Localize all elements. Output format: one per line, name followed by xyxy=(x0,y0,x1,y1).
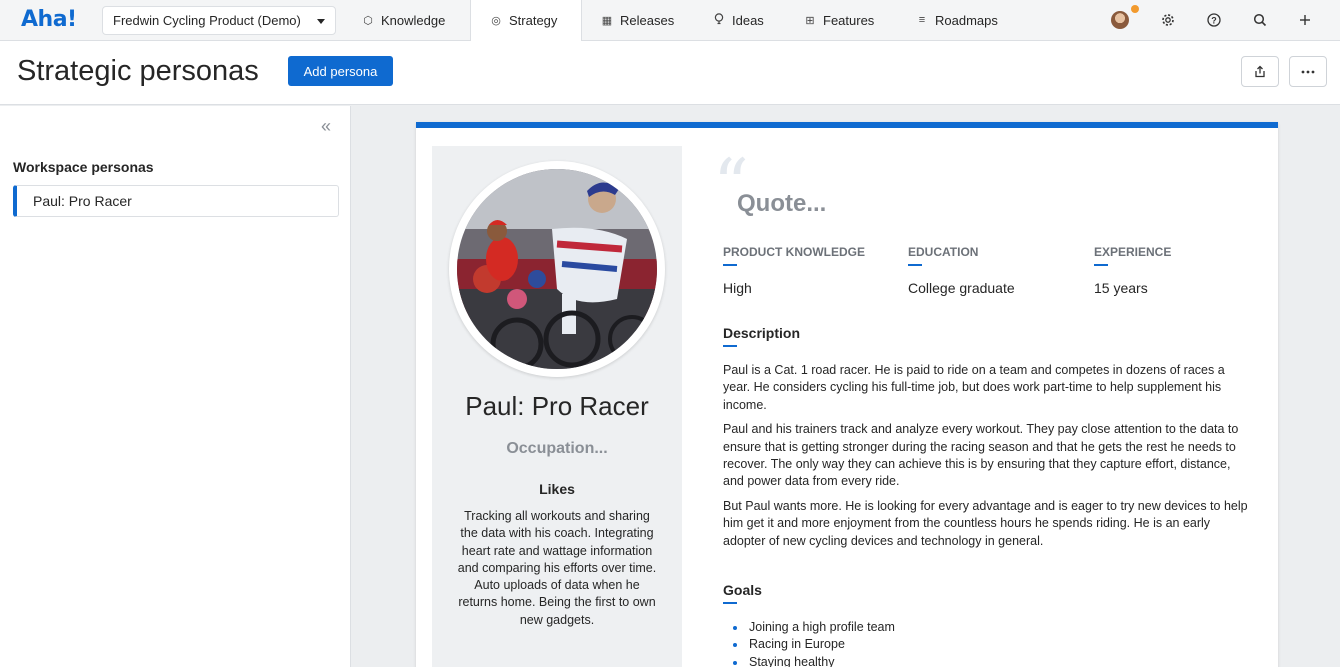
accent-bar xyxy=(908,264,922,266)
likes-heading: Likes xyxy=(539,481,575,497)
sidebar-item-paul-pro-racer[interactable]: Paul: Pro Racer xyxy=(13,185,339,217)
likes-text[interactable]: Tracking all workouts and sharing the da… xyxy=(456,508,658,629)
description-heading: Description xyxy=(723,325,801,341)
tab-label: Roadmaps xyxy=(935,12,998,28)
quote-field[interactable]: Quote... xyxy=(737,190,826,218)
settings-icon[interactable] xyxy=(1158,10,1178,30)
tab-roadmaps[interactable]: ≡ Roadmaps xyxy=(916,0,998,40)
persona-photo[interactable] xyxy=(457,169,657,369)
collapse-sidebar-icon[interactable]: « xyxy=(321,116,331,137)
persona-photo-frame xyxy=(449,161,665,377)
description-paragraph: Paul is a Cat. 1 road racer. He is paid … xyxy=(723,363,1225,412)
description-paragraph: But Paul wants more. He is looking for e… xyxy=(723,499,1248,548)
persona-name[interactable]: Paul: Pro Racer xyxy=(432,391,682,422)
accent-bar xyxy=(723,602,737,604)
list-item: Racing in Europe xyxy=(723,636,895,653)
tab-features[interactable]: ⊞ Features xyxy=(804,0,874,40)
more-options-button[interactable] xyxy=(1289,56,1327,87)
tab-label: Strategy xyxy=(509,13,558,28)
top-navigation: Aha! Fredwin Cycling Product (Demo) ⬡ Kn… xyxy=(0,0,1340,41)
stat-experience[interactable]: EXPERIENCE 15 years xyxy=(1094,245,1171,296)
accent-bar xyxy=(1094,264,1108,266)
svg-text:?: ? xyxy=(1211,16,1217,26)
persona-profile-panel: Paul: Pro Racer Occupation... Likes Trac… xyxy=(432,146,682,667)
accent-bar xyxy=(723,264,737,266)
tab-label: Releases xyxy=(620,12,675,28)
list-item: Staying healthy xyxy=(723,654,895,667)
occupation-field[interactable]: Occupation... xyxy=(432,440,682,458)
stat-education[interactable]: EDUCATION College graduate xyxy=(908,245,1015,296)
user-avatar[interactable] xyxy=(1111,11,1129,29)
notification-dot xyxy=(1131,5,1139,13)
help-icon[interactable]: ? xyxy=(1204,10,1224,30)
page-header: Strategic personas Add persona xyxy=(0,41,1340,105)
stat-value: 15 years xyxy=(1094,280,1148,296)
description-paragraph: Paul and his trainers track and analyze … xyxy=(723,422,1239,489)
tab-releases[interactable]: ▦ Releases xyxy=(601,0,674,40)
tab-label: Knowledge xyxy=(381,12,446,28)
tab-knowledge[interactable]: ⬡ Knowledge xyxy=(362,0,445,40)
tab-ideas[interactable]: Ideas xyxy=(713,0,764,40)
stat-value: High xyxy=(723,280,752,296)
persona-card: Paul: Pro Racer Occupation... Likes Trac… xyxy=(416,122,1278,667)
more-icon xyxy=(1301,70,1315,73)
sidebar-heading: Workspace personas xyxy=(13,159,154,175)
grid-icon: ⊞ xyxy=(805,14,815,27)
stat-label: EDUCATION xyxy=(908,245,979,259)
accent-bar xyxy=(723,345,737,347)
stat-label: PRODUCT KNOWLEDGE xyxy=(723,245,865,259)
workspace-selector[interactable]: Fredwin Cycling Product (Demo) xyxy=(102,6,336,35)
page-title: Strategic personas xyxy=(17,55,259,87)
aha-logo[interactable]: Aha! xyxy=(21,7,77,32)
persona-sidebar: « Workspace personas Paul: Pro Racer xyxy=(0,106,351,667)
goals-list[interactable]: Joining a high profile team Racing in Eu… xyxy=(723,619,895,667)
description-text[interactable]: Paul is a Cat. 1 road racer. He is paid … xyxy=(723,362,1251,557)
add-persona-button[interactable]: Add persona xyxy=(288,56,393,86)
workspace-name: Fredwin Cycling Product (Demo) xyxy=(113,13,301,28)
tab-strategy[interactable]: ◎ Strategy xyxy=(470,0,582,41)
add-icon[interactable] xyxy=(1295,10,1315,30)
share-button[interactable] xyxy=(1241,56,1279,87)
lightbulb-icon xyxy=(713,12,725,28)
stat-product-knowledge[interactable]: PRODUCT KNOWLEDGE High xyxy=(723,245,865,296)
tab-label: Features xyxy=(823,12,875,28)
knowledge-icon: ⬡ xyxy=(363,14,373,27)
target-icon: ◎ xyxy=(491,15,501,27)
roadmap-icon: ≡ xyxy=(918,14,926,26)
tab-label: Ideas xyxy=(732,12,764,28)
chevron-down-icon xyxy=(317,19,325,24)
stat-label: EXPERIENCE xyxy=(1094,245,1172,259)
goals-heading: Goals xyxy=(723,582,762,598)
stat-value: College graduate xyxy=(908,280,1015,296)
search-icon[interactable] xyxy=(1250,10,1270,30)
calendar-icon: ▦ xyxy=(601,14,613,27)
list-item: Joining a high profile team xyxy=(723,619,895,636)
share-icon xyxy=(1255,65,1265,78)
